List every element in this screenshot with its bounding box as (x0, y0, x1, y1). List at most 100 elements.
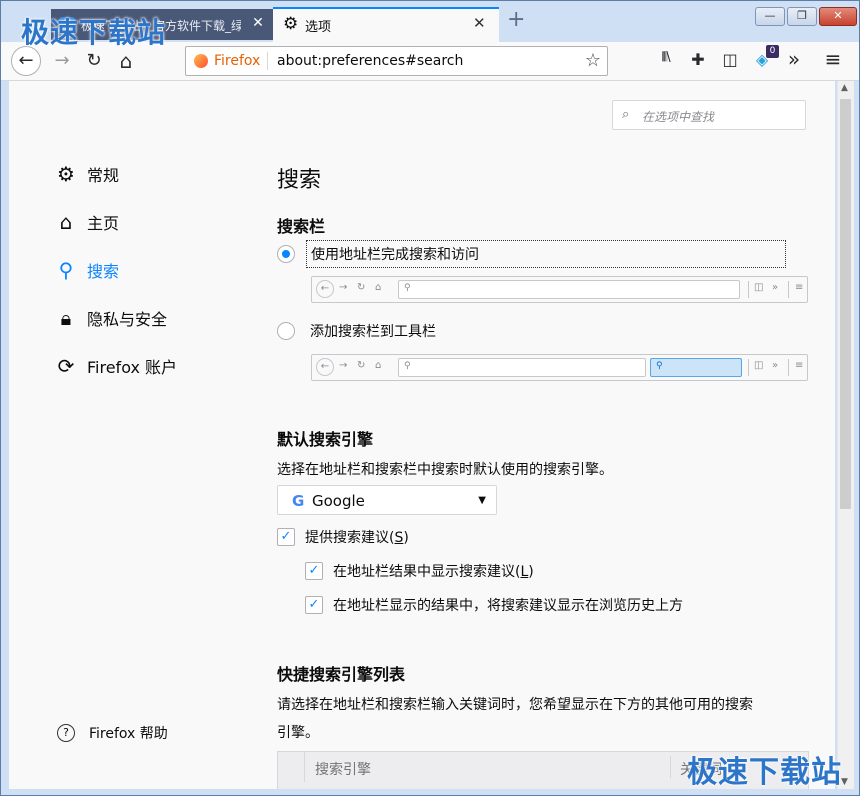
gear-icon: ⚙ (283, 14, 299, 34)
help-icon: ? (57, 724, 75, 742)
home-icon: ⌂ (375, 360, 382, 371)
reload-icon: ↻ (357, 360, 366, 371)
chevron-down-icon: ▼ (478, 495, 486, 506)
forward-icon: → (339, 360, 348, 371)
default-engine-desc: 选择在地址栏和搜索栏中搜索时默认使用的搜索引擎。 (277, 462, 613, 478)
checkbox-checked[interactable]: ✓ (305, 562, 323, 580)
menu-icon[interactable]: ≡ (822, 47, 844, 71)
menu-icon: ≡ (795, 282, 804, 293)
home-icon: ⌂ (375, 282, 382, 293)
url-text[interactable]: about:preferences#search (277, 53, 463, 69)
search-icon: ⌕ (622, 107, 630, 122)
sidebar-item-label: 搜索 (87, 262, 120, 281)
search-icon: ⚲ (404, 283, 411, 293)
suggest-urlbar-checkbox-row[interactable]: ✓ 在地址栏结果中显示搜索建议(L) (305, 561, 534, 581)
divider (267, 52, 268, 70)
divider (748, 359, 749, 376)
reload-icon: ↻ (357, 282, 366, 293)
scroll-down-icon[interactable]: ▼ (841, 777, 848, 787)
divider (748, 281, 749, 298)
sidebar-item-search[interactable]: ⚲ 搜索 (53, 256, 119, 284)
radio-label: 添加搜索栏到工具栏 (310, 324, 436, 340)
close-tab-icon[interactable]: ✕ (473, 14, 486, 32)
checkbox-label: 在地址栏显示的结果中，将搜索建议显示在浏览历史上方 (333, 598, 683, 614)
back-icon: ← (316, 280, 334, 298)
firefox-help-link[interactable]: ? Firefox 帮助 (57, 723, 168, 743)
suggest-checkbox-row[interactable]: ✓ 提供搜索建议(S) (277, 527, 409, 547)
vertical-scrollbar[interactable]: ▲ ▼ (837, 81, 854, 789)
sidebar-item-privacy[interactable]: 🔒︎ 隐私与安全 (53, 304, 167, 332)
find-in-options-field[interactable]: ⌕ 在选项中查找 (612, 100, 806, 130)
lock-icon: 🔒︎ (60, 306, 72, 330)
sidebar-item-label: 常规 (87, 166, 120, 185)
radio-selected[interactable] (277, 245, 295, 263)
sidebar-icon: ◫ (754, 360, 764, 371)
bookmark-star-icon[interactable]: ☆ (585, 50, 601, 71)
checkbox-label: 在地址栏结果中显示搜索建议(L) (333, 564, 534, 580)
url-bar[interactable]: Firefox about:preferences#search ☆ (185, 46, 608, 76)
minimize-button[interactable]: — (755, 7, 785, 26)
search-icon: ⚲ (404, 361, 411, 371)
default-engine-heading: 默认搜索引擎 (277, 430, 374, 449)
oneclick-desc-line2: 引擎。 (277, 725, 319, 741)
browser-window: 极速下载站 - 官方软件下载_绿色 ✕ ⚙ 选项 ✕ + — ❐ ✕ ← → ↻… (0, 0, 860, 796)
overflow-icon[interactable]: » (783, 47, 805, 71)
preferences-page: ⌕ 在选项中查找 ⚙ 常规 ⌂ 主页 ⚲ 搜索 🔒︎ 隐私与安全 ⟳ Firef… (9, 81, 835, 789)
menu-icon: ≡ (795, 360, 804, 371)
suggest-above-checkbox-row[interactable]: ✓ 在地址栏显示的结果中，将搜索建议显示在浏览历史上方 (305, 595, 683, 615)
close-window-button[interactable]: ✕ (819, 7, 857, 26)
search-icon: ⚲ (58, 258, 74, 282)
help-label: Firefox 帮助 (89, 726, 168, 742)
sidebar-item-label: 主页 (87, 214, 120, 233)
divider (788, 281, 789, 298)
sidebar-icon: ◫ (754, 282, 764, 293)
default-engine-dropdown[interactable]: G Google ▼ (277, 485, 497, 515)
watermark-logo: 极速下载站 (21, 16, 167, 49)
close-tab-icon[interactable]: ✕ (249, 14, 267, 32)
column-header-engine[interactable]: 搜索引擎 (315, 759, 371, 779)
sidebar-item-general[interactable]: ⚙ 常规 (53, 160, 119, 188)
tab-options[interactable]: ⚙ 选项 ✕ (273, 7, 499, 42)
option-add-searchbar[interactable]: 添加搜索栏到工具栏 (277, 318, 440, 344)
sidebar-item-account[interactable]: ⟳ Firefox 账户 (53, 352, 177, 380)
preview-url-field: ⚲ (398, 358, 646, 377)
column-divider (670, 756, 671, 778)
overflow-icon: » (772, 282, 779, 293)
firefox-logo-icon (194, 54, 208, 68)
sync-icon: ⟳ (57, 354, 75, 378)
home-icon: ⌂ (59, 210, 73, 234)
divider (788, 359, 789, 376)
gear-icon: ⚙ (57, 162, 75, 186)
radio-unselected[interactable] (277, 322, 295, 340)
preview-url-field: ⚲ (398, 280, 740, 299)
tab-title: 选项 (305, 20, 332, 35)
extensions-icon[interactable]: ✚ (687, 50, 709, 69)
searchbar-heading: 搜索栏 (277, 217, 326, 236)
watermark-logo: 极速下载站 (687, 755, 842, 790)
restore-button[interactable]: ❐ (787, 7, 817, 26)
selected-engine: Google (312, 492, 365, 510)
identity-label: Firefox (214, 53, 261, 69)
table-checkbox-column (278, 752, 305, 782)
scrollbar-thumb[interactable] (840, 99, 851, 509)
radio-label: 使用地址栏完成搜索和访问 (306, 240, 786, 268)
toolbar-preview-searchbar: ← → ↻ ⌂ ⚲ ⚲ ◫ » ≡ (311, 354, 808, 381)
library-icon[interactable]: 𝄃𝄃\ (655, 50, 677, 65)
overflow-icon: » (772, 360, 779, 371)
sidebar-item-home[interactable]: ⌂ 主页 (53, 208, 119, 236)
back-icon: ← (316, 358, 334, 376)
checkbox-checked[interactable]: ✓ (305, 596, 323, 614)
search-icon: ⚲ (656, 361, 663, 371)
sidebar-icon[interactable]: ◫ (719, 50, 741, 69)
page-title: 搜索 (277, 168, 322, 193)
option-urlbar-search[interactable]: 使用地址栏完成搜索和访问 (277, 240, 786, 268)
sidebar-item-label: Firefox 账户 (87, 358, 178, 377)
scroll-up-icon[interactable]: ▲ (841, 83, 848, 93)
oneclick-desc-line1: 请选择在地址栏和搜索栏输入关键词时，您希望显示在下方的其他可用的搜索 (277, 697, 753, 713)
checkbox-label: 提供搜索建议(S) (305, 530, 409, 546)
new-tab-button[interactable]: + (507, 9, 525, 31)
checkbox-checked[interactable]: ✓ (277, 528, 295, 546)
find-placeholder: 在选项中查找 (642, 110, 715, 124)
addon-badge: 0 (766, 45, 779, 58)
sidebar-item-label: 隐私与安全 (87, 310, 168, 329)
